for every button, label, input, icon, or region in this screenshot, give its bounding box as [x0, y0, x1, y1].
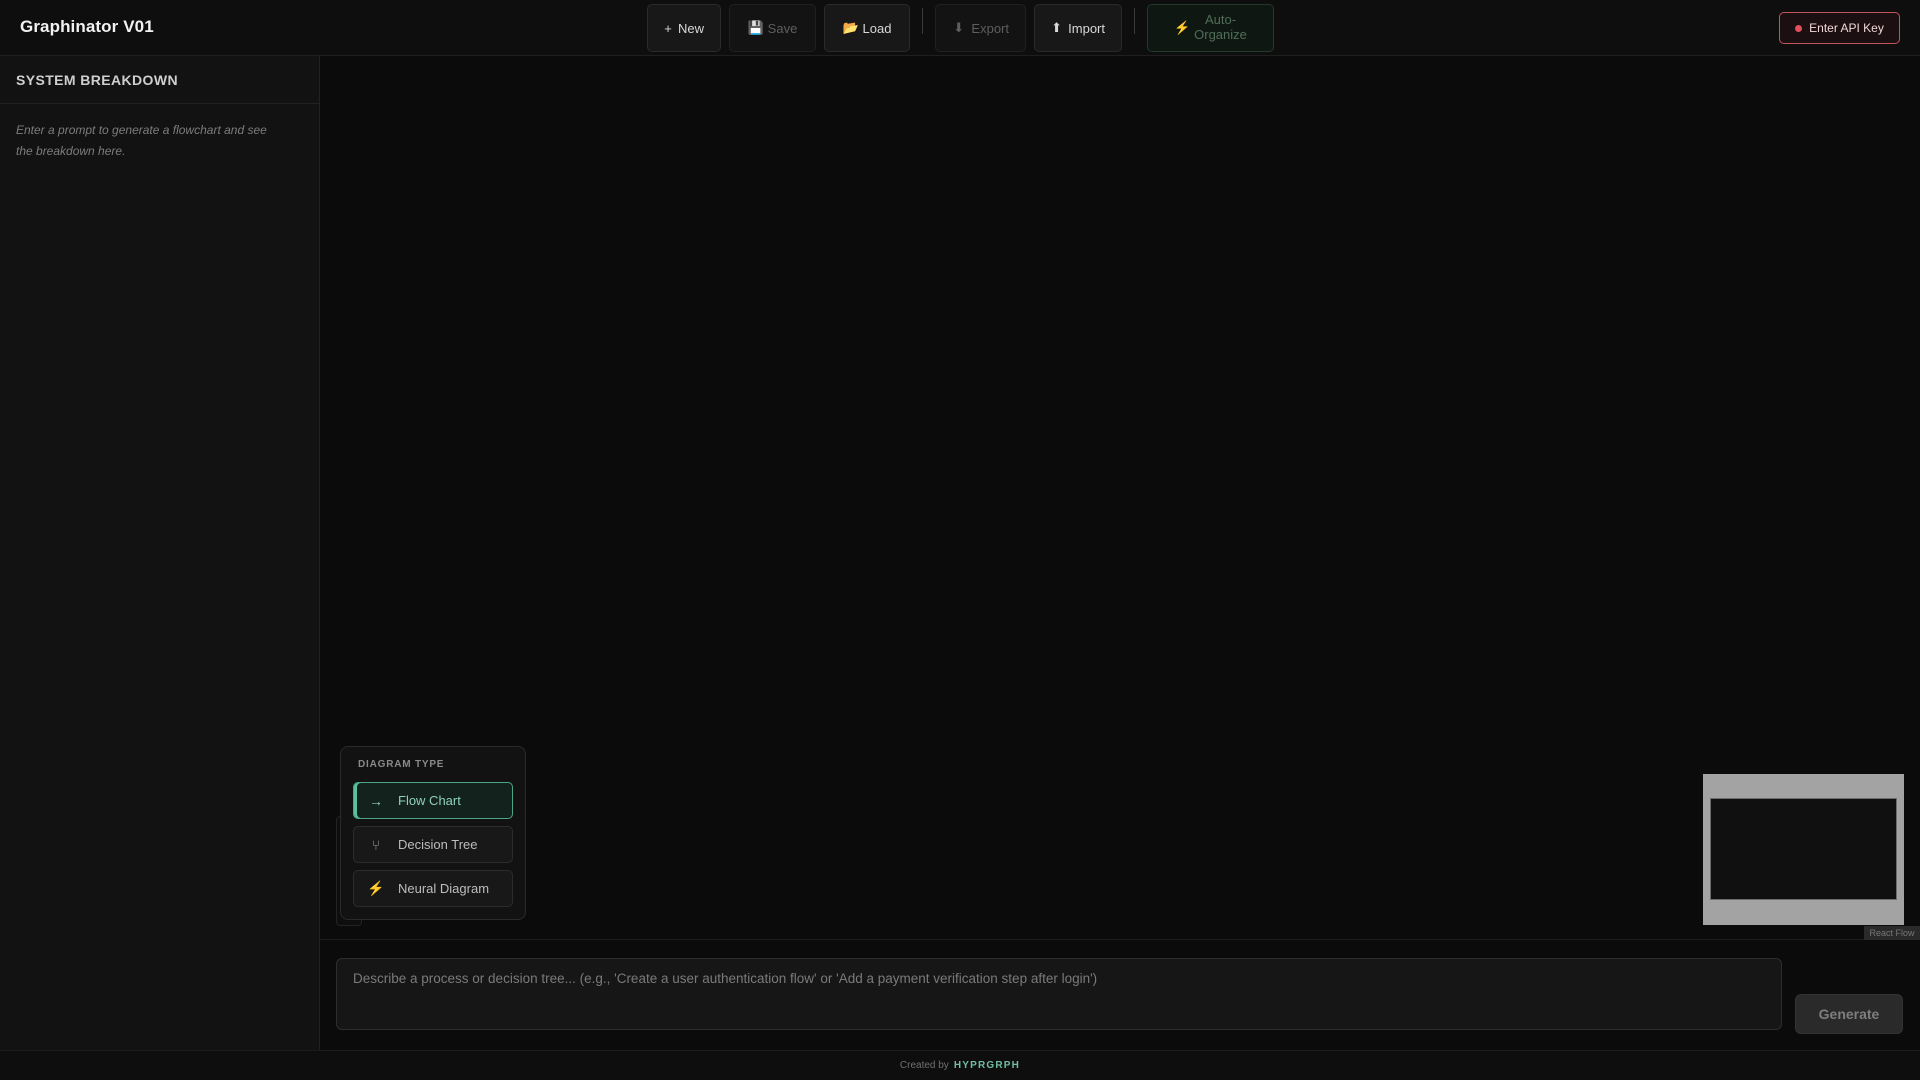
top-bar: Graphinator V01 + New 💾 Save 📂 Load ⬇ Ex…: [0, 0, 1920, 56]
toolbar: + New 💾 Save 📂 Load ⬇ Export ⬆ Import ⚡ …: [647, 4, 1282, 52]
system-breakdown-sidebar: SYSTEM BREAKDOWN Enter a prompt to gener…: [0, 56, 320, 1050]
load-button-label: Load: [862, 20, 892, 36]
toolbar-divider: [922, 8, 923, 34]
minimap-viewport[interactable]: [1710, 798, 1897, 900]
footer-brand[interactable]: HYPRGRPH: [954, 1060, 1020, 1071]
sidebar-title: SYSTEM BREAKDOWN: [0, 56, 319, 104]
prompt-input[interactable]: [336, 958, 1782, 1030]
lightning-icon: ⚡: [1174, 19, 1191, 35]
auto-organize-label-line1: Auto-: [1204, 12, 1237, 28]
minimap[interactable]: [1703, 774, 1904, 925]
diagram-type-label: Flow Chart: [398, 793, 461, 808]
lightning-icon: ⚡: [367, 880, 385, 896]
new-button[interactable]: + New: [647, 4, 721, 52]
export-button-label: Export: [971, 20, 1009, 36]
api-key-label: Enter API Key: [1809, 21, 1884, 35]
auto-organize-label: Auto- Organize: [1194, 12, 1247, 43]
import-button-label: Import: [1068, 20, 1105, 36]
import-button[interactable]: ⬆ Import: [1034, 4, 1122, 52]
plus-icon: +: [664, 20, 672, 36]
diagram-type-decision-tree[interactable]: ⑂ Decision Tree: [353, 826, 513, 863]
status-dot-icon: [1795, 24, 1803, 32]
diagram-type-label: Neural Diagram: [398, 881, 490, 896]
save-button[interactable]: 💾 Save: [729, 4, 816, 52]
floppy-icon: 💾: [747, 20, 764, 35]
diagram-type-flow-chart[interactable]: → Flow Chart: [353, 782, 513, 819]
load-button[interactable]: 📂 Load: [824, 4, 910, 52]
diagram-type-title: DIAGRAM TYPE: [358, 759, 445, 770]
flow-canvas[interactable]: [320, 56, 1920, 940]
enter-api-key-button[interactable]: Enter API Key: [1779, 12, 1900, 44]
new-button-label: New: [677, 20, 704, 36]
folder-icon: 📂: [842, 20, 859, 35]
upload-icon: ⬆: [1051, 20, 1063, 35]
generate-button[interactable]: Generate: [1795, 994, 1903, 1034]
auto-organize-label-line2: Organize: [1194, 27, 1247, 42]
react-flow-attribution[interactable]: React Flow: [1864, 926, 1920, 940]
toolbar-divider: [1134, 8, 1135, 34]
save-button-label: Save: [767, 20, 798, 36]
footer-credit: Created by: [899, 1060, 949, 1071]
branch-icon: ⑂: [371, 836, 381, 853]
arrow-right-icon: →: [369, 792, 383, 809]
auto-organize-button[interactable]: ⚡ Auto- Organize: [1147, 4, 1274, 52]
diagram-type-panel: DIAGRAM TYPE → Flow Chart ⑂ Decision Tre…: [340, 746, 526, 920]
app-title: Graphinator V01: [20, 17, 154, 36]
diagram-type-label: Decision Tree: [398, 837, 478, 852]
download-icon: ⬇: [953, 20, 965, 35]
footer: Created by HYPRGRPH: [0, 1050, 1920, 1080]
diagram-type-neural-diagram[interactable]: ⚡ Neural Diagram: [353, 870, 513, 907]
sidebar-hint: Enter a prompt to generate a flowchart a…: [16, 123, 267, 158]
export-button[interactable]: ⬇ Export: [935, 4, 1026, 52]
